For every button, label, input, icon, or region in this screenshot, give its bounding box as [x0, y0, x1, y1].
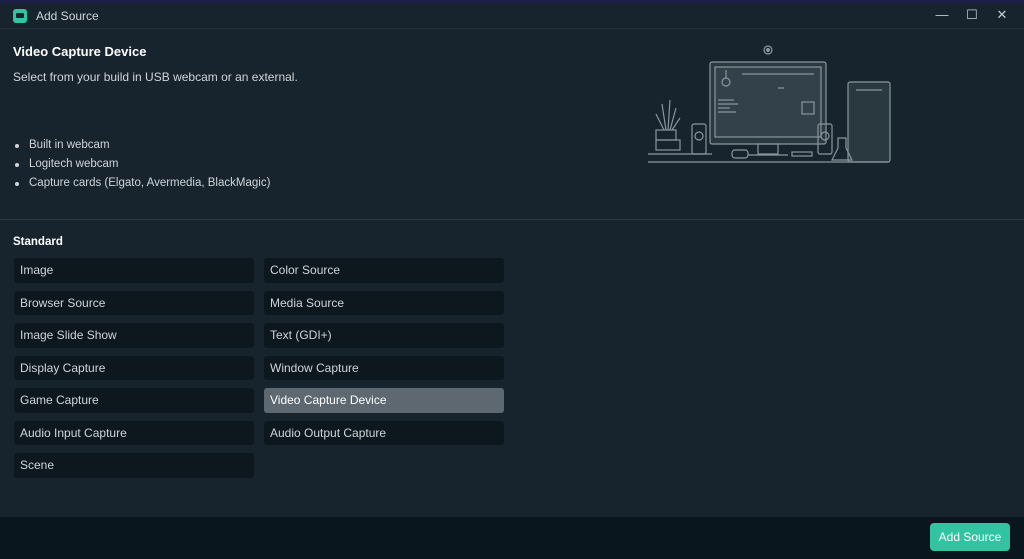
add-source-button[interactable]: Add Source	[930, 523, 1010, 551]
source-item-audio-input-capture[interactable]: Audio Input Capture	[14, 420, 254, 445]
title-bar[interactable]: Add Source — ☐ ✕	[0, 3, 1024, 29]
source-title: Video Capture Device	[13, 44, 147, 59]
source-item-scene[interactable]: Scene	[14, 453, 254, 478]
feature-list: Built in webcam Logitech webcam Capture …	[13, 136, 270, 193]
desk-setup-illustration	[648, 45, 891, 163]
feature-item: Logitech webcam	[13, 155, 270, 174]
source-item-video-capture-device[interactable]: Video Capture Device	[264, 388, 504, 413]
source-item-window-capture[interactable]: Window Capture	[264, 355, 504, 380]
source-item-image-slide-show[interactable]: Image Slide Show	[14, 323, 254, 348]
maximize-button[interactable]: ☐	[964, 7, 980, 23]
source-item-browser-source[interactable]: Browser Source	[14, 290, 254, 315]
source-description-panel: Video Capture Device Select from your bu…	[0, 30, 1024, 220]
close-button[interactable]: ✕	[994, 7, 1010, 23]
source-description: Select from your build in USB webcam or …	[13, 70, 298, 84]
source-item-display-capture[interactable]: Display Capture	[14, 355, 254, 380]
feature-item: Capture cards (Elgato, Avermedia, BlackM…	[13, 174, 270, 193]
source-item-audio-output-capture[interactable]: Audio Output Capture	[264, 420, 504, 445]
window-controls: — ☐ ✕	[934, 7, 1010, 23]
section-label-standard: Standard	[13, 236, 63, 248]
feature-item: Built in webcam	[13, 136, 270, 155]
source-item-game-capture[interactable]: Game Capture	[14, 388, 254, 413]
footer-bar: Add Source	[0, 517, 1024, 559]
source-list-panel: Standard Image Browser Source Image Slid…	[0, 221, 1024, 517]
minimize-button[interactable]: —	[934, 7, 950, 23]
app-icon	[13, 8, 27, 23]
source-item-media-source[interactable]: Media Source	[264, 290, 504, 315]
window-title: Add Source	[36, 8, 99, 23]
source-item-image[interactable]: Image	[14, 258, 254, 283]
source-item-color-source[interactable]: Color Source	[264, 258, 504, 283]
source-item-text-gdi[interactable]: Text (GDI+)	[264, 323, 504, 348]
source-grid: Image Browser Source Image Slide Show Di…	[14, 258, 504, 478]
